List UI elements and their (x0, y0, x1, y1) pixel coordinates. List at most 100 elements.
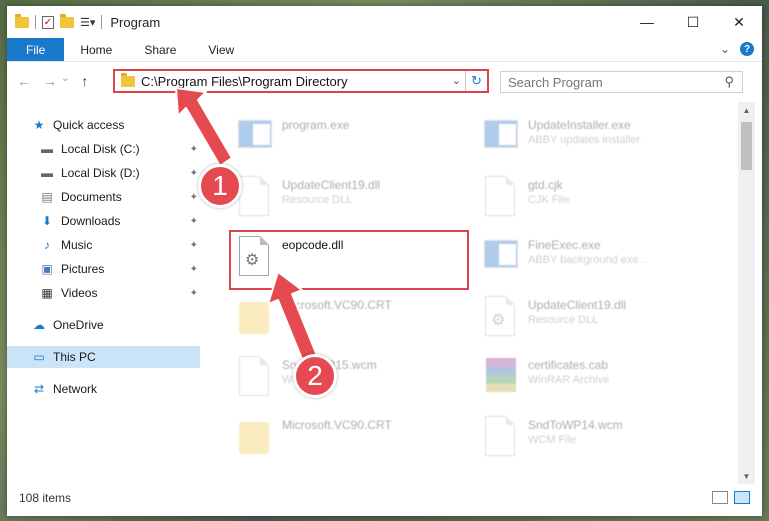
file-item-eopcode-dll[interactable]: ⚙ eopcode.dll (236, 234, 476, 282)
file-item[interactable]: SndToWP15.wcmWCM File (236, 354, 476, 402)
address-bar[interactable]: C:\Program Files\Program Directory ⌄ ↻ (113, 69, 489, 93)
separator (101, 15, 103, 29)
sidebar-item-local-disk-d[interactable]: ▬ Local Disk (D:) ✦ (7, 162, 200, 184)
file-description: ABBY background exe... (528, 254, 648, 266)
file-item[interactable]: ⚙ UpdateClient19.dll Resource DLL (482, 294, 722, 342)
sidebar-item-label: Downloads (61, 214, 121, 228)
file-item[interactable]: UpdateInstaller.exe ABBY updates installe… (482, 114, 722, 162)
sidebar-item-this-pc[interactable]: ▭ This PC (7, 346, 200, 368)
file-name: eopcode.dll (282, 238, 344, 252)
search-icon[interactable]: ⚲ (724, 74, 734, 90)
pin-icon[interactable]: ✦ (190, 288, 198, 299)
step-1-badge: 1 (198, 164, 242, 208)
application-icon (482, 114, 518, 158)
tab-home[interactable]: Home (64, 38, 128, 61)
folder-icon[interactable] (15, 13, 29, 28)
downloads-icon: ⬇ (41, 214, 53, 228)
star-icon: ★ (33, 118, 45, 132)
close-button[interactable]: ✕ (716, 6, 762, 38)
file-item[interactable]: certificates.cab WinRAR Archive (482, 354, 722, 402)
sidebar-item-label: This PC (53, 350, 96, 364)
pin-icon[interactable]: ✦ (190, 192, 198, 203)
sidebar-item-quick-access[interactable]: ★ Quick access (7, 114, 200, 136)
sidebar-item-label: Videos (61, 286, 98, 300)
tab-share[interactable]: Share (128, 38, 192, 61)
sidebar-item-onedrive[interactable]: ☁ OneDrive (7, 314, 200, 336)
customize-toolbar-icon[interactable]: ☰▾ (80, 16, 95, 29)
up-icon[interactable]: ↑ (81, 73, 88, 89)
file-name: gtd.cjk (528, 178, 563, 192)
file-name: program.exe (282, 118, 350, 132)
navigation-buttons: ← → ⌄ ↑ (17, 73, 88, 89)
sidebar-item-downloads[interactable]: ⬇ Downloads ✦ (7, 210, 200, 232)
details-view-button[interactable] (712, 491, 728, 504)
back-icon[interactable]: ← (17, 73, 31, 89)
scroll-down-button[interactable]: ▼ (738, 468, 755, 484)
file-description: ABBY updates installer (528, 134, 641, 146)
file-name: Microsoft.VC90.CRT (282, 418, 392, 432)
file-item[interactable]: UpdateClient19.dll Resource DLL (236, 174, 476, 222)
drive-icon: ▬ (41, 166, 53, 180)
videos-icon: ▦ (41, 286, 53, 300)
recent-locations-icon[interactable]: ⌄ (61, 73, 69, 89)
file-name: UpdateInstaller.exe (528, 118, 631, 132)
explorer-window: ✓ ☰▾ Program — ☐ ✕ File Home Share View … (7, 6, 762, 516)
file-list: program.exe UpdateInstaller.exe ABBY updat… (210, 102, 738, 482)
address-dropdown-icon[interactable]: ⌄ (452, 74, 461, 87)
sidebar-item-documents[interactable]: ▤ Documents ✦ (7, 186, 200, 208)
expand-ribbon-icon[interactable]: ⌄ (720, 42, 730, 56)
file-name: FineExec.exe (528, 238, 601, 252)
window-title: Program (110, 14, 161, 30)
file-description: Resource DLL (528, 314, 599, 326)
step-2-badge: 2 (293, 354, 337, 398)
file-description: WinRAR Archive (528, 374, 610, 386)
file-icon (236, 354, 272, 398)
file-name: UpdateClient19.dll (528, 298, 627, 312)
refresh-icon[interactable]: ↻ (465, 71, 487, 91)
maximize-button[interactable]: ☐ (670, 6, 716, 38)
scroll-thumb[interactable] (741, 122, 752, 170)
tab-file[interactable]: File (7, 38, 65, 61)
file-item[interactable]: gtd.cjk CJK File (482, 174, 722, 222)
vertical-scrollbar[interactable]: ▲ ▼ (738, 102, 755, 484)
quick-access-toolbar: ✓ ☰▾ (15, 13, 103, 29)
new-folder-icon[interactable] (60, 13, 74, 28)
file-item[interactable]: Microsoft.VC90.CRT (236, 414, 476, 462)
computer-icon: ▭ (33, 350, 45, 364)
large-icons-view-button[interactable] (734, 491, 750, 504)
title-bar: ✓ ☰▾ Program — ☐ ✕ (7, 6, 762, 38)
sidebar-item-label: Pictures (61, 262, 105, 276)
sidebar-item-videos[interactable]: ▦ Videos ✦ (7, 282, 200, 304)
pin-icon[interactable]: ✦ (190, 216, 198, 227)
help-icon[interactable]: ? (740, 42, 754, 56)
address-path[interactable]: C:\Program Files\Program Directory (141, 74, 348, 89)
file-icon (482, 414, 518, 458)
file-icon (482, 174, 518, 218)
pin-icon[interactable]: ✦ (190, 144, 198, 155)
file-item[interactable]: SndToWP14.wcm WCM File (482, 414, 722, 462)
properties-icon[interactable]: ✓ (42, 15, 54, 29)
file-item[interactable]: program.exe (236, 114, 476, 162)
search-box[interactable]: ⚲ (500, 71, 743, 93)
search-input[interactable] (501, 72, 711, 92)
file-description: Resource DLL (282, 194, 353, 206)
documents-icon: ▤ (41, 190, 53, 204)
file-item[interactable]: FineExec.exe ABBY background exe... (482, 234, 722, 282)
window-controls: — ☐ ✕ (624, 6, 762, 38)
tab-view[interactable]: View (192, 38, 250, 61)
file-name: SndToWP14.wcm (528, 418, 623, 432)
sidebar-item-pictures[interactable]: ▣ Pictures ✦ (7, 258, 200, 280)
music-icon: ♪ (44, 238, 50, 252)
minimize-button[interactable]: — (624, 6, 670, 38)
scroll-up-button[interactable]: ▲ (738, 102, 755, 118)
sidebar-item-label: Music (61, 238, 93, 252)
sidebar-item-music[interactable]: ♪ Music ✦ (7, 234, 200, 256)
forward-icon[interactable]: → (43, 73, 57, 89)
pin-icon[interactable]: ✦ (190, 240, 198, 251)
pin-icon[interactable]: ✦ (190, 168, 198, 179)
file-item[interactable]: Microsoft.VC90.CRT (236, 294, 476, 342)
sidebar-item-label: Quick access (53, 118, 125, 132)
pin-icon[interactable]: ✦ (190, 264, 198, 275)
sidebar-item-local-disk-c[interactable]: ▬ Local Disk (C:) ✦ (7, 138, 200, 160)
sidebar-item-network[interactable]: ⇄ Network (7, 378, 200, 400)
